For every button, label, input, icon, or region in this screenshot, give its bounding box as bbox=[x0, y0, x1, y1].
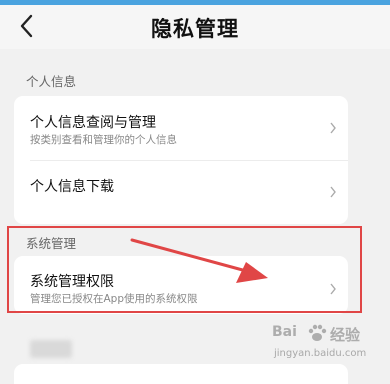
watermark-name: 经验 bbox=[330, 326, 361, 344]
chevron-right-icon bbox=[330, 186, 336, 198]
watermark: Bai 经验 jingyan.baidu.com bbox=[272, 318, 390, 376]
list-item-title: 个人信息下载 bbox=[30, 179, 114, 195]
watermark-url: jingyan.baidu.com bbox=[274, 348, 367, 359]
blurred-section-label bbox=[30, 340, 72, 358]
paw-icon bbox=[308, 324, 327, 341]
personal-info-card: 个人信息查阅与管理 按类别查看和管理你的个人信息 个人信息下载 bbox=[14, 96, 348, 224]
section-label-personal-info: 个人信息 bbox=[26, 74, 77, 89]
annotation-highlight-box bbox=[7, 226, 362, 313]
list-item-personal-info-review[interactable]: 个人信息查阅与管理 按类别查看和管理你的个人信息 bbox=[14, 96, 348, 160]
watermark-brand: Bai bbox=[272, 324, 297, 340]
chevron-right-icon bbox=[330, 122, 336, 134]
app-header: 隐私管理 bbox=[0, 5, 390, 49]
list-item-personal-info-download[interactable]: 个人信息下载 bbox=[14, 161, 348, 224]
list-item-subtitle: 按类别查看和管理你的个人信息 bbox=[30, 134, 177, 146]
page-title: 隐私管理 bbox=[151, 17, 239, 41]
list-item-title: 个人信息查阅与管理 bbox=[30, 115, 156, 131]
